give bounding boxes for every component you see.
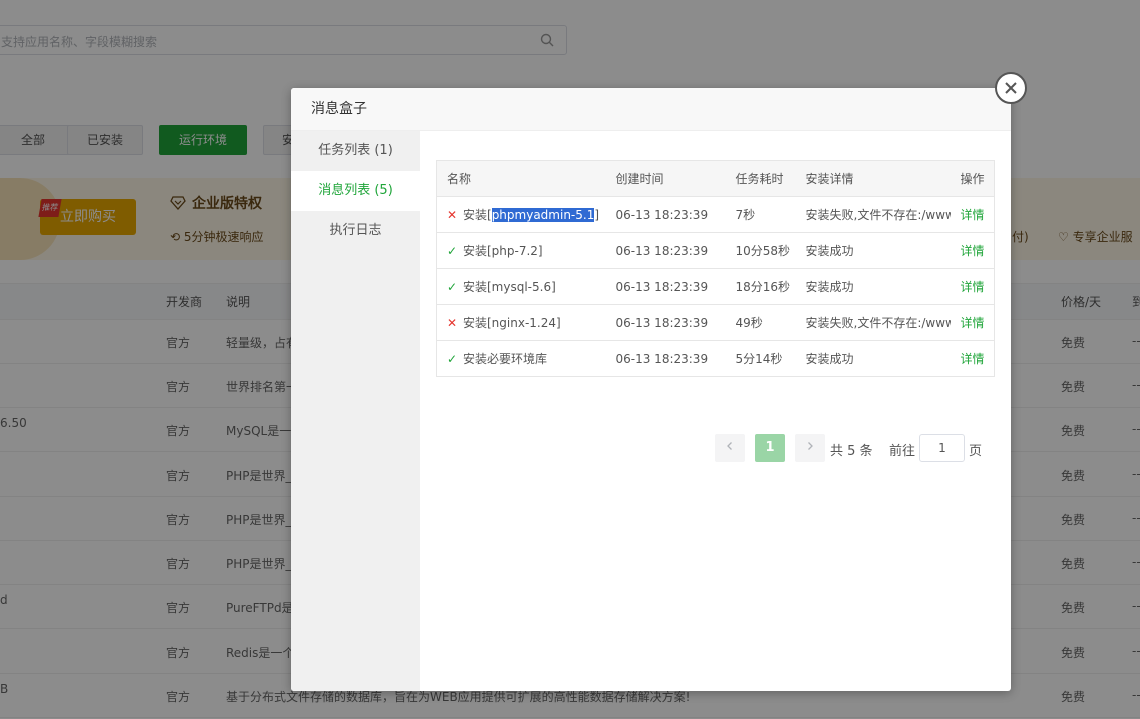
detail-link[interactable]: 详情: [961, 316, 985, 330]
cell-created-time: 06-13 18:23:39: [605, 304, 726, 341]
detail-link[interactable]: 详情: [961, 352, 985, 366]
cell-install-detail: 安装失败,文件不存在:/www: [795, 304, 951, 341]
cell-name: ✕ 安装[phpmyadmin-5.1]: [436, 196, 606, 233]
chevron-right-icon: [808, 442, 813, 450]
tab-execution-log[interactable]: 执行日志: [291, 211, 420, 251]
close-icon: [1005, 82, 1017, 94]
message-list-panel: 名称 创建时间 任务耗时 安装详情 操作 ✕ 安装[phpmyadmin-5.1]…: [420, 131, 1011, 691]
dialog-title: 消息盒子: [291, 88, 1011, 131]
table-row: ✕ 安装[nginx-1.24] 06-13 18:23:39 49秒 安装失败,文件不…: [436, 304, 995, 341]
cell-install-detail: 安装成功: [795, 268, 951, 305]
tab-message-list[interactable]: 消息列表 (5): [291, 171, 420, 211]
success-check-icon: ✓: [447, 244, 458, 258]
task-name-selected: phpmyadmin-5.1: [491, 208, 595, 222]
col-duration: 任务耗时: [725, 160, 796, 197]
cell-duration: 7秒: [725, 196, 796, 233]
cell-install-detail: 安装成功: [795, 232, 951, 269]
cell-duration: 49秒: [725, 304, 796, 341]
cell-name: ✓ 安装必要环境库: [437, 341, 606, 377]
prev-page-button[interactable]: [715, 434, 745, 462]
detail-link[interactable]: 详情: [961, 208, 985, 222]
message-box-dialog: 消息盒子 任务列表 (1) 消息列表 (5) 执行日志 名称 创建时间 任务耗时…: [291, 88, 1011, 691]
next-page-button[interactable]: [795, 434, 825, 462]
error-x-icon: ✕: [447, 316, 458, 330]
cell-created-time: 06-13 18:23:39: [615, 351, 709, 366]
cell-duration: 18分16秒: [725, 268, 796, 305]
tab-task-list[interactable]: 任务列表 (1): [291, 131, 420, 171]
close-dialog-button[interactable]: [995, 72, 1027, 104]
error-x-icon: ✕: [447, 208, 458, 222]
task-name-prefix: 安装必要环境库: [463, 352, 548, 366]
task-name-prefix: 安装[php-7.2]: [463, 244, 543, 258]
dialog-sidebar: 任务列表 (1) 消息列表 (5) 执行日志: [291, 131, 420, 691]
table-row: ✓ 安装必要环境库 06-13 18:23:39 5分14秒 安装成功 详情: [437, 341, 995, 377]
cell-name: ✓ 安装[php-7.2]: [436, 232, 606, 269]
detail-link[interactable]: 详情: [961, 280, 985, 294]
page-1-button[interactable]: 1: [755, 434, 785, 462]
cell-created-time: 06-13 18:23:39: [605, 268, 726, 305]
table-row: ✓ 安装[php-7.2] 06-13 18:23:39 10分58秒 安装成功 详情: [436, 232, 995, 269]
cell-created-time: 06-13 18:23:39: [605, 232, 726, 269]
task-name-prefix: 安装[nginx-1.24]: [463, 316, 561, 330]
success-check-icon: ✓: [447, 280, 458, 294]
total-count: 共 5 条: [830, 444, 873, 459]
task-name-suffix: ]: [594, 208, 600, 222]
success-check-icon: ✓: [447, 352, 458, 366]
col-name: 名称: [436, 160, 606, 197]
col-created: 创建时间: [605, 160, 726, 197]
cell-name: ✕ 安装[nginx-1.24]: [436, 304, 606, 341]
task-name-prefix: 安装[: [463, 208, 492, 222]
cell-duration: 5分14秒: [735, 352, 783, 366]
chevron-left-icon: [727, 442, 732, 450]
cell-install-detail: 安装成功: [805, 352, 854, 366]
col-detail: 安装详情: [795, 160, 951, 197]
cell-install-detail: 安装失败,文件不存在:/www: [795, 196, 951, 233]
cell-name: ✓ 安装[mysql-5.6]: [436, 268, 606, 305]
table-row: ✓ 安装[mysql-5.6] 06-13 18:23:39 18分16秒 安装成功 详情: [436, 268, 995, 305]
task-name-prefix: 安装[mysql-5.6]: [463, 280, 556, 294]
col-op: 操作: [950, 160, 995, 197]
message-table: 名称 创建时间 任务耗时 安装详情 操作 ✕ 安装[phpmyadmin-5.1]…: [436, 160, 995, 377]
goto-label: 前往: [889, 444, 916, 459]
detail-link[interactable]: 详情: [961, 244, 985, 258]
goto-page-input[interactable]: 1: [919, 434, 965, 462]
cell-created-time: 06-13 18:23:39: [605, 196, 726, 233]
page-suffix: 页: [969, 444, 983, 459]
cell-duration: 10分58秒: [725, 232, 796, 269]
table-row: ✕ 安装[phpmyadmin-5.1] 06-13 18:23:39 7秒 安装失败,…: [436, 196, 995, 233]
